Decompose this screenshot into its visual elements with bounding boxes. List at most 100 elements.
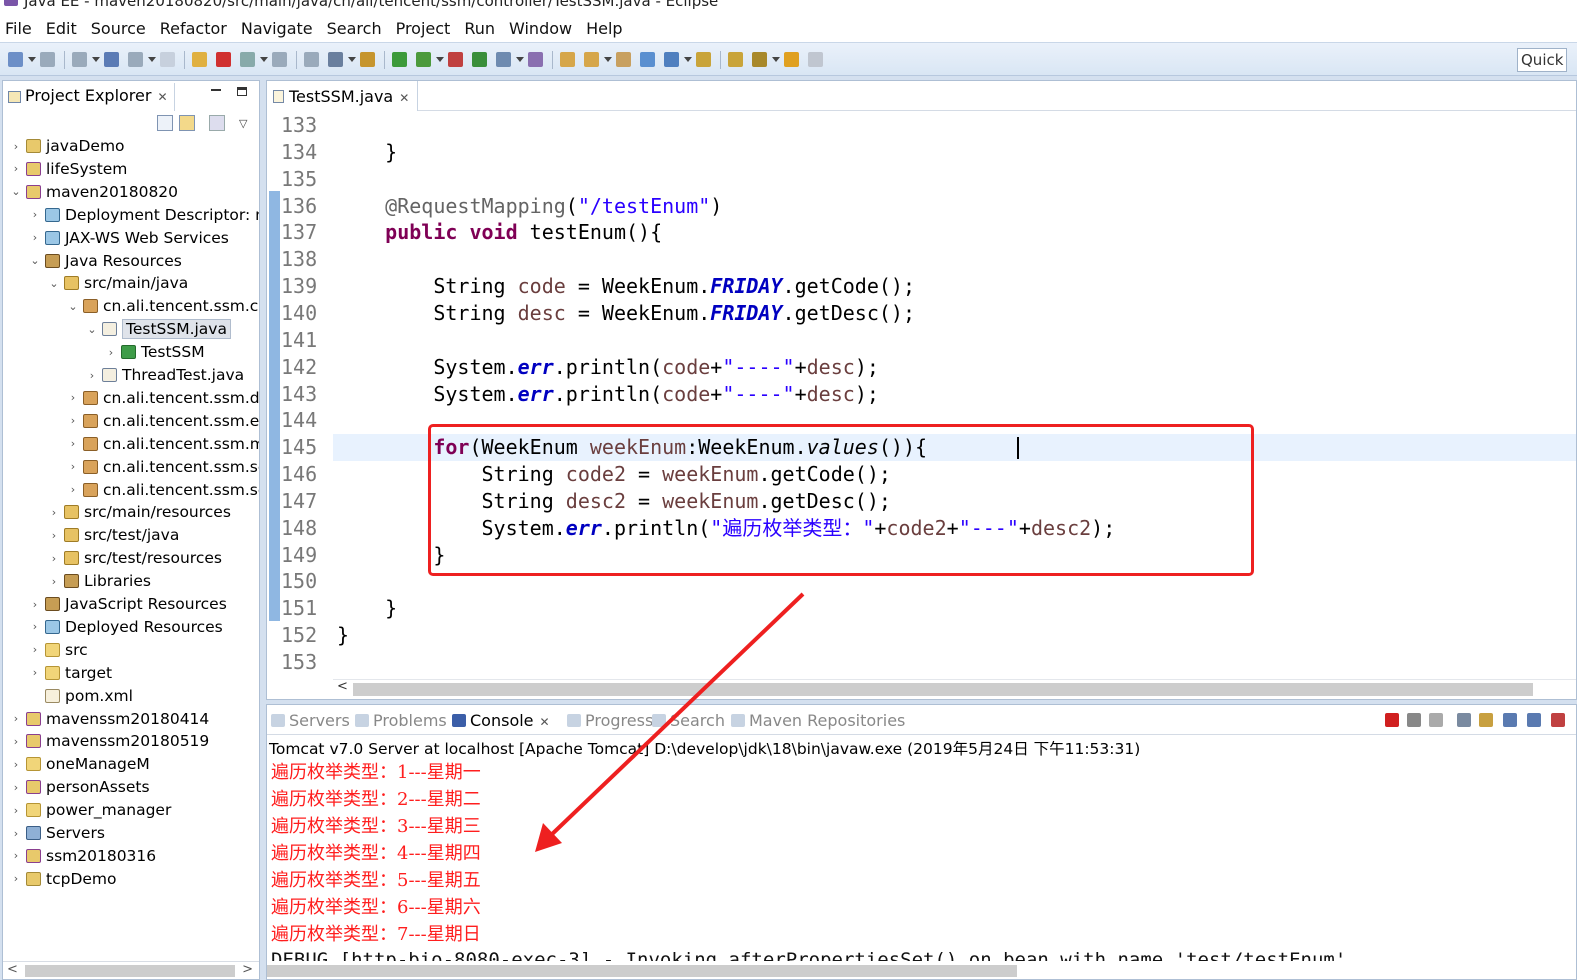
console-horizontal-scrollbar[interactable] — [267, 963, 1576, 979]
chevron-right-icon[interactable]: › — [28, 643, 42, 656]
chevron-right-icon[interactable]: › — [66, 460, 80, 473]
tab-testssm-java[interactable]: TestSSM.java ✕ — [267, 81, 419, 111]
tree-item[interactable]: ⌄ TestSSM.java — [85, 318, 231, 340]
tree-item[interactable]: pom.xml — [28, 685, 133, 707]
chevron-right-icon[interactable]: › — [28, 620, 42, 633]
chevron-down-icon[interactable] — [148, 57, 156, 62]
scroll-left-icon[interactable]: < — [337, 679, 348, 694]
chevron-right-icon[interactable]: › — [47, 529, 61, 542]
chevron-down-icon[interactable]: ⌄ — [47, 277, 61, 290]
chevron-down-icon[interactable] — [260, 57, 268, 62]
toolbar-button-icon[interactable] — [616, 52, 631, 67]
toolbar-button-icon[interactable] — [392, 52, 407, 67]
collapse-all-icon[interactable] — [157, 115, 173, 131]
chevron-right-icon[interactable]: › — [9, 849, 23, 862]
tree-item[interactable]: › Servers — [9, 822, 105, 844]
tab-maven-repositories[interactable]: Maven Repositories — [729, 711, 905, 730]
toolbar-button-icon[interactable] — [216, 52, 231, 67]
console-toolbar-icon[interactable] — [1457, 713, 1471, 727]
toolbar-button-icon[interactable] — [192, 52, 207, 67]
chevron-right-icon[interactable]: › — [9, 872, 23, 885]
chevron-right-icon[interactable]: › — [28, 231, 42, 244]
code-area[interactable]: 133 134 } 135 136 @RequestMapping("/testEnu… — [267, 112, 1576, 679]
chevron-right-icon[interactable]: › — [28, 208, 42, 221]
tab-problems[interactable]: Problems — [353, 711, 447, 730]
toolbar-button-icon[interactable] — [496, 52, 511, 67]
scroll-right-icon[interactable]: > — [242, 962, 253, 977]
chevron-down-icon[interactable]: ⌄ — [28, 254, 42, 267]
toolbar-button-icon[interactable] — [752, 52, 767, 67]
menu-run[interactable]: Run — [464, 19, 495, 38]
tree-item[interactable]: ⌄ maven20180820 — [9, 181, 178, 203]
toolbar-button-icon[interactable] — [728, 52, 743, 67]
toolbar-button-icon[interactable] — [696, 52, 711, 67]
toolbar-button-icon[interactable] — [272, 52, 287, 67]
menu-search[interactable]: Search — [327, 19, 382, 38]
chevron-right-icon[interactable]: › — [85, 369, 99, 382]
chevron-down-icon[interactable] — [436, 57, 444, 62]
menu-edit[interactable]: Edit — [46, 19, 77, 38]
chevron-right-icon[interactable]: › — [9, 140, 23, 153]
toolbar-button-icon[interactable] — [328, 52, 343, 67]
chevron-right-icon[interactable]: › — [9, 804, 23, 817]
tree-item[interactable]: › Deployed Resources — [28, 616, 223, 638]
tree-item[interactable]: › cn.ali.tencent.ssm.ma — [66, 433, 259, 455]
toolbar-button-icon[interactable] — [472, 52, 487, 67]
chevron-down-icon[interactable] — [604, 57, 612, 62]
console-toolbar-icon[interactable] — [1527, 713, 1541, 727]
tree-item[interactable]: › Deployment Descriptor: m — [28, 204, 259, 226]
chevron-down-icon[interactable]: ⌄ — [9, 185, 23, 198]
toolbar-button-icon[interactable] — [8, 52, 23, 67]
scrollbar-thumb[interactable] — [267, 965, 1017, 977]
toolbar-button-icon[interactable] — [640, 52, 655, 67]
chevron-down-icon[interactable] — [684, 57, 692, 62]
chevron-right-icon[interactable]: › — [28, 598, 42, 611]
tree-item[interactable]: ⌄ Java Resources — [28, 250, 181, 272]
chevron-down-icon[interactable] — [516, 57, 524, 62]
tab-console[interactable]: Console ✕ — [450, 711, 550, 730]
chevron-right-icon[interactable]: › — [66, 437, 80, 450]
console-toolbar-icon[interactable] — [1503, 713, 1517, 727]
tab-project-explorer[interactable]: Project Explorer ✕ — [3, 83, 175, 111]
toolbar-button-icon[interactable] — [416, 52, 431, 67]
scrollbar-thumb[interactable] — [25, 965, 235, 977]
tree-item[interactable]: › tcpDemo — [9, 868, 117, 890]
console-toolbar-icon[interactable] — [1551, 713, 1565, 727]
tree-item[interactable]: › cn.ali.tencent.ssm.doı — [66, 387, 259, 409]
chevron-down-icon[interactable] — [28, 57, 36, 62]
chevron-right-icon[interactable]: › — [9, 735, 23, 748]
close-icon[interactable]: ✕ — [157, 90, 167, 104]
console-toolbar-icon[interactable] — [1385, 713, 1399, 727]
chevron-right-icon[interactable]: › — [47, 552, 61, 565]
toolbar-button-icon[interactable] — [784, 52, 799, 67]
menu-project[interactable]: Project — [396, 19, 451, 38]
filters-icon[interactable] — [209, 115, 225, 131]
chevron-down-icon[interactable]: ⌄ — [66, 300, 80, 313]
menu-help[interactable]: Help — [586, 19, 622, 38]
tree-item[interactable]: › power_manager — [9, 799, 172, 821]
tab-progress[interactable]: Progress — [565, 711, 653, 730]
tree-item[interactable]: › Libraries — [47, 570, 151, 592]
toolbar-button-icon[interactable] — [360, 52, 375, 67]
tree-item[interactable]: ⌄ src/main/java — [47, 272, 188, 294]
toolbar-button-icon[interactable] — [160, 52, 175, 67]
toolbar-button-icon[interactable] — [584, 52, 599, 67]
console-toolbar-icon[interactable] — [1429, 713, 1443, 727]
tree-item[interactable]: ⌄ cn.ali.tencent.ssm.cor — [66, 295, 259, 317]
chevron-right-icon[interactable]: › — [47, 506, 61, 519]
menu-window[interactable]: Window — [509, 19, 572, 38]
toolbar-button-icon[interactable] — [664, 52, 679, 67]
tab-search[interactable]: Search — [650, 711, 725, 730]
chevron-right-icon[interactable]: › — [104, 346, 118, 359]
chevron-down-icon[interactable] — [772, 57, 780, 62]
tree-item[interactable]: › TestSSM — [104, 341, 205, 363]
quick-access-input[interactable]: Quick — [1517, 48, 1567, 72]
minimize-icon[interactable] — [211, 89, 221, 91]
toolbar-button-icon[interactable] — [528, 52, 543, 67]
tree-item[interactable]: › oneManageM — [9, 753, 150, 775]
tree-item[interactable]: › cn.ali.tencent.ssm.enı — [66, 410, 259, 432]
console-toolbar-icon[interactable] — [1479, 713, 1493, 727]
tree-item[interactable]: › JAX-WS Web Services — [28, 227, 229, 249]
tree-item[interactable]: › cn.ali.tencent.ssm.ser — [66, 456, 259, 478]
tree-item[interactable]: › javaDemo — [9, 135, 125, 157]
